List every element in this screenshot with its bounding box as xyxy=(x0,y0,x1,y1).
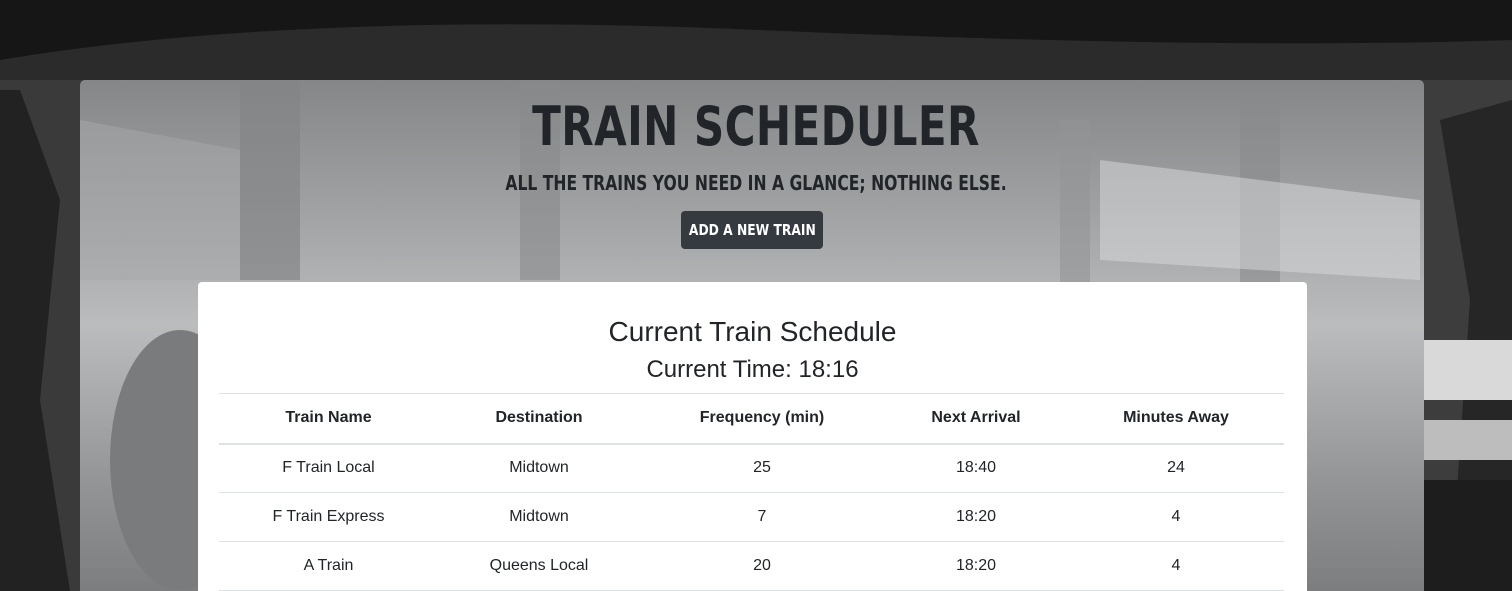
table-row: F Train Local Midtown 25 18:40 24 xyxy=(219,443,1284,493)
cell-next-arrival: 18:40 xyxy=(884,443,1068,493)
cell-minutes-away: 4 xyxy=(1068,492,1284,542)
cell-train-name: F Train Express xyxy=(219,492,438,542)
cell-train-name: F Train Local xyxy=(219,443,438,493)
column-header-minutes-away: Minutes Away xyxy=(1068,393,1284,445)
schedule-title: Current Train Schedule xyxy=(608,316,897,347)
cell-minutes-away: 4 xyxy=(1068,541,1284,591)
cell-frequency: 25 xyxy=(640,443,884,493)
cell-next-arrival: 18:20 xyxy=(884,541,1068,591)
cell-destination: Midtown xyxy=(438,492,640,542)
column-header-next-arrival: Next Arrival xyxy=(884,393,1068,445)
table-row: A Train Queens Local 20 18:20 4 xyxy=(219,541,1284,591)
cell-destination: Queens Local xyxy=(438,541,640,591)
cell-next-arrival: 18:20 xyxy=(884,492,1068,542)
table-row: F Train Express Midtown 7 18:20 4 xyxy=(219,492,1284,542)
cell-frequency: 7 xyxy=(640,492,884,542)
page-subtitle: ALL THE TRAINS YOU NEED IN A GLANCE; NOT… xyxy=(505,171,1007,195)
add-new-train-button[interactable]: ADD A NEW TRAIN xyxy=(681,211,823,249)
add-new-train-label: ADD A NEW TRAIN xyxy=(688,221,816,239)
column-header-frequency: Frequency (min) xyxy=(640,393,884,445)
cell-frequency: 20 xyxy=(640,541,884,591)
table-header-row: Train Name Destination Frequency (min) N… xyxy=(219,393,1284,445)
cell-train-name: A Train xyxy=(219,541,438,591)
page-title: TRAIN SCHEDULER xyxy=(532,95,980,158)
current-time: Current Time: 18:16 xyxy=(646,356,859,383)
cell-destination: Midtown xyxy=(438,443,640,493)
column-header-destination: Destination xyxy=(438,393,640,445)
train-schedule-table: Train Name Destination Frequency (min) N… xyxy=(219,393,1284,591)
cell-minutes-away: 24 xyxy=(1068,443,1284,493)
column-header-train-name: Train Name xyxy=(219,393,438,445)
